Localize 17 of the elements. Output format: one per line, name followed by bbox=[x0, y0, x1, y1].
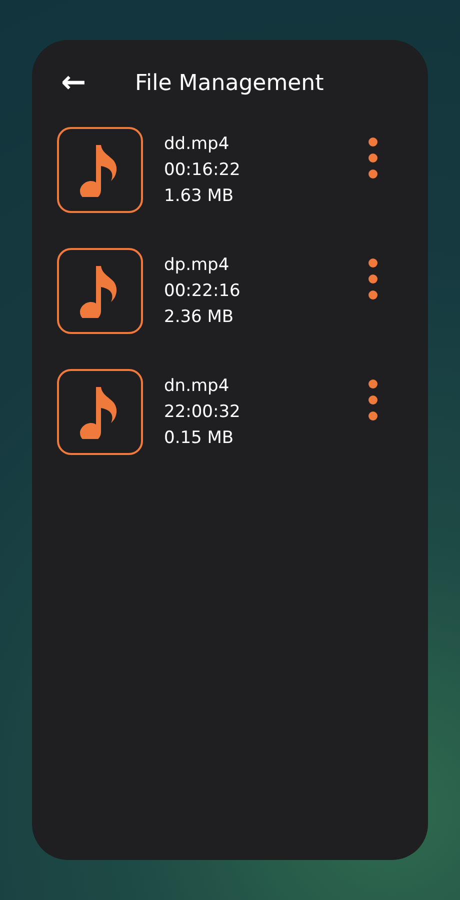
page-title: File Management bbox=[135, 70, 324, 96]
file-name: dd.mp4 bbox=[164, 133, 230, 156]
back-button[interactable]: ← bbox=[57, 66, 135, 100]
file-size: 2.36 MB bbox=[164, 306, 235, 329]
file-thumbnail[interactable] bbox=[57, 369, 143, 455]
more-icon bbox=[368, 137, 378, 179]
file-name: dp.mp4 bbox=[164, 254, 230, 277]
file-duration: 00:22:16 bbox=[164, 280, 242, 303]
file-thumbnail[interactable] bbox=[57, 127, 143, 213]
file-thumbnail[interactable] bbox=[57, 248, 143, 334]
file-size: 1.63 MB bbox=[164, 185, 235, 208]
file-duration: 22:00:32 bbox=[164, 401, 242, 424]
file-name: dn.mp4 bbox=[164, 375, 230, 398]
more-icon bbox=[368, 258, 378, 300]
file-size: 0.15 MB bbox=[164, 427, 235, 450]
more-icon bbox=[368, 379, 378, 421]
file-duration: 00:16:22 bbox=[164, 159, 242, 182]
